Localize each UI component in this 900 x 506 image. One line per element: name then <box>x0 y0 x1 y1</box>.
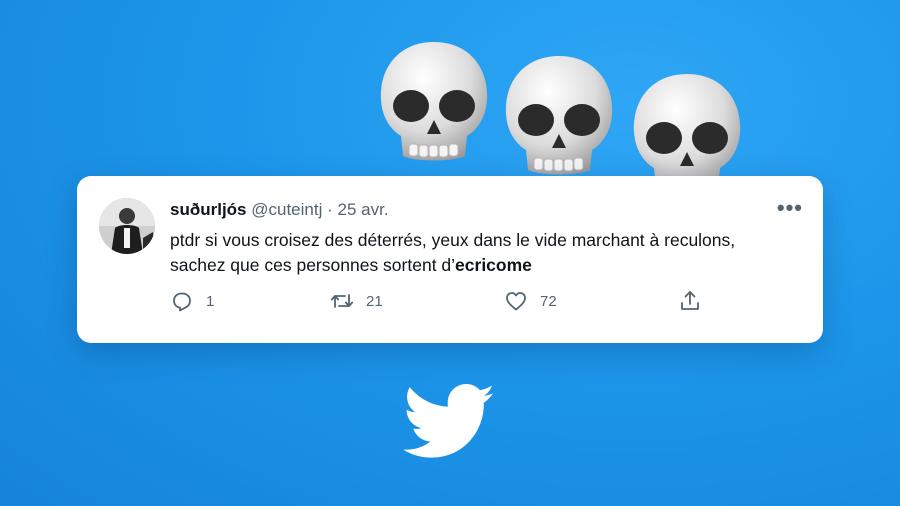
tweet-text-bold: ecricome <box>455 255 532 275</box>
tweet-card[interactable]: suðurljós @cuteintj · 25 avr. ••• ptdr s… <box>77 176 823 343</box>
tweet-text-line-2: sachez que ces personnes sortent d’ecric… <box>170 253 810 278</box>
share-icon <box>681 291 699 310</box>
twitter-bird-logo <box>404 383 496 461</box>
reply-count: 1 <box>206 292 215 310</box>
skull-icon <box>500 52 618 180</box>
heart-icon <box>506 292 526 311</box>
like-count: 72 <box>540 292 557 310</box>
like-button[interactable]: 72 <box>504 289 557 313</box>
retweet-count: 21 <box>366 292 383 310</box>
more-options-icon[interactable]: ••• <box>777 197 803 219</box>
display-name[interactable]: suðurljós <box>170 200 247 219</box>
tweet-text: ptdr si vous croisez des déterrés, yeux … <box>170 228 810 278</box>
retweet-icon <box>330 294 354 308</box>
tweet-actions: 1 21 72 <box>170 289 710 315</box>
handle[interactable]: @cuteintj <box>251 200 322 219</box>
skull-icon <box>375 38 493 166</box>
retweet-button[interactable]: 21 <box>330 289 383 313</box>
share-button[interactable] <box>678 289 702 313</box>
reply-icon <box>173 292 191 312</box>
tweet-header: suðurljós @cuteintj · 25 avr. <box>170 200 389 220</box>
reply-button[interactable]: 1 <box>170 289 214 313</box>
separator: · <box>327 200 333 219</box>
tweet-date[interactable]: 25 avr. <box>338 200 389 219</box>
avatar[interactable] <box>99 198 155 254</box>
tweet-text-prefix: sachez que ces personnes sortent d’ <box>170 255 456 275</box>
tweet-text-line-1: ptdr si vous croisez des déterrés, yeux … <box>170 230 736 250</box>
